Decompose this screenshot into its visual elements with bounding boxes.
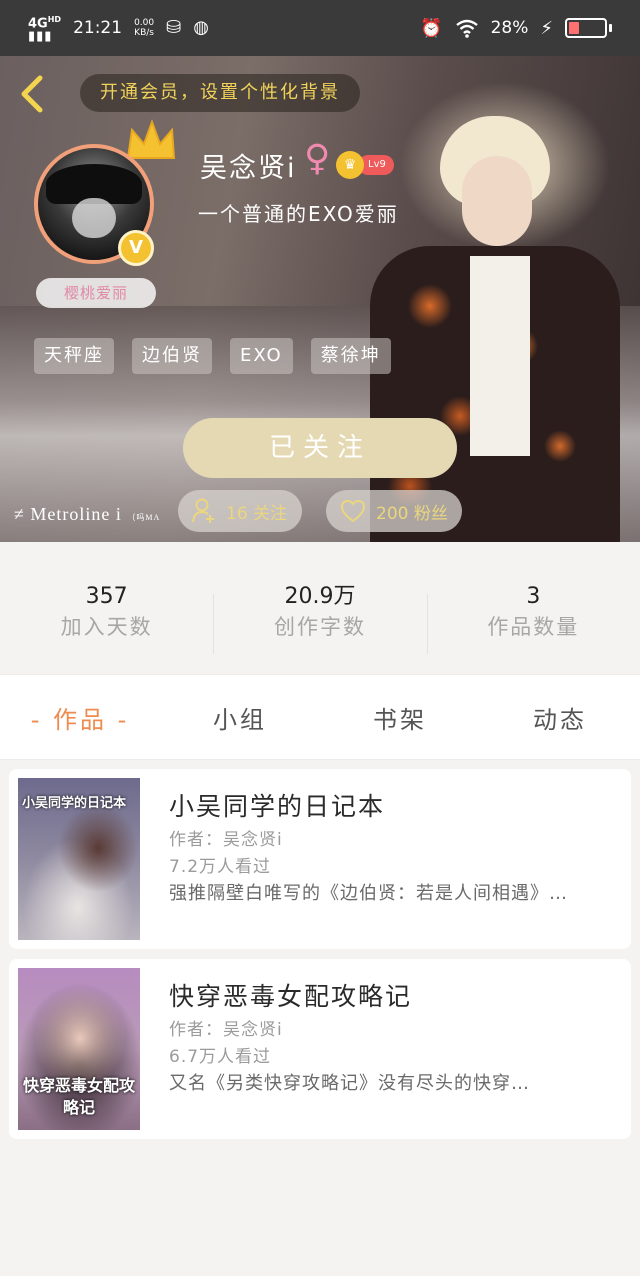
work-author: 作者：吴念贤i — [169, 1020, 283, 1040]
profile-stats: 357 加入天数 20.9万 创作字数 3 作品数量 — [0, 582, 640, 670]
cover-title: 小吴同学的日记本 — [22, 795, 127, 810]
profile-header: 开通会员，设置个性化背景 V 樱桃爱丽 吴念贤i ♀ ♛ Lv9 一个普通的EX… — [0, 56, 640, 542]
username: 吴念贤i — [200, 153, 297, 184]
tab-works[interactable]: - 作品 - — [0, 700, 160, 735]
fans-count: 200 粉丝 — [376, 503, 448, 524]
level-crown-icon: ♛ — [336, 151, 364, 179]
stat-label: 加入天数 — [60, 615, 153, 639]
cover-title: 快穿恶毒女配攻略记 — [22, 1078, 135, 1117]
heart-icon — [340, 499, 366, 523]
book-cover[interactable]: 快穿恶毒女配攻略记 — [18, 968, 140, 1130]
back-button[interactable] — [18, 74, 58, 114]
background-figure — [370, 116, 620, 542]
interest-tag[interactable]: 蔡徐坤 — [310, 338, 391, 374]
stat-value: 20.9万 — [284, 584, 356, 609]
work-description: 又名《另类快穿攻略记》没有尽头的快穿… — [169, 1073, 530, 1094]
work-title[interactable]: 小吴同学的日记本 — [169, 787, 385, 823]
add-user-icon — [192, 498, 214, 523]
work-views: 6.7万人看过 — [169, 1047, 272, 1067]
following-count-button[interactable]: 16 关注 — [178, 490, 302, 532]
stat-works-count: 3 作品数量 — [426, 582, 640, 670]
following-count: 16 关注 — [226, 503, 288, 524]
fans-count-button[interactable]: 200 粉丝 — [326, 490, 462, 532]
chevron-left-icon — [21, 75, 43, 113]
work-author: 作者：吴念贤i — [169, 830, 283, 850]
interest-tags: 天秤座 边伯贤 EXO 蔡徐坤 — [34, 338, 391, 374]
status-bar: 4GHD ▮▮▮ 21:21 0.00 KB/s ⛁ ◍ ⏰ 28% ⚡ — [0, 0, 640, 56]
tab-groups[interactable]: 小组 — [160, 700, 320, 735]
interest-tag[interactable]: 天秤座 — [34, 338, 114, 374]
work-views: 7.2万人看过 — [169, 857, 272, 877]
work-title[interactable]: 快穿恶毒女配攻略记 — [169, 977, 412, 1013]
wifi-icon — [455, 19, 478, 38]
alarm-icon: ⏰ — [420, 17, 443, 39]
work-card[interactable]: 快穿恶毒女配攻略记 快穿恶毒女配攻略记 作者：吴念贤i 6.7万人看过 又名《另… — [9, 959, 631, 1139]
clock: 21:21 — [73, 17, 123, 38]
sync-icon: ⛁ — [166, 17, 182, 39]
work-card[interactable]: 小吴同学的日记本 小吴同学的日记本 作者：吴念贤i 7.2万人看过 强推隔壁白唯… — [9, 769, 631, 949]
verified-badge-icon: V — [118, 230, 154, 266]
tab-activity[interactable]: 动态 — [480, 700, 640, 735]
stat-label: 作品数量 — [487, 615, 580, 639]
interest-tag[interactable]: EXO — [230, 338, 293, 374]
level-badge: ♛ Lv9 — [336, 151, 394, 179]
browser-icon: ◍ — [193, 17, 209, 39]
charging-icon: ⚡ — [540, 17, 553, 39]
interest-tag[interactable]: 边伯贤 — [132, 338, 212, 374]
follow-button[interactable]: 已关注 — [183, 418, 457, 478]
stat-label: 创作字数 — [273, 615, 366, 639]
battery-percent: 28% — [490, 18, 529, 38]
stat-words-written: 20.9万 创作字数 — [213, 582, 426, 670]
network-indicator: 4GHD ▮▮▮ — [28, 14, 62, 45]
watermark: ≠ Metroline i （吗MA — [14, 504, 161, 524]
vip-banner[interactable]: 开通会员，设置个性化背景 — [80, 74, 360, 112]
tab-bookshelf[interactable]: 书架 — [320, 700, 480, 735]
user-bio: 一个普通的EXO爱丽 — [198, 202, 399, 226]
female-icon: ♀ — [304, 138, 331, 179]
stat-value: 357 — [85, 584, 128, 609]
stat-value: 3 — [526, 584, 541, 609]
network-speed: 0.00 KB/s — [134, 17, 155, 38]
stat-days-joined: 357 加入天数 — [0, 582, 213, 670]
avatar-tag: 樱桃爱丽 — [36, 278, 156, 308]
battery-icon — [565, 18, 612, 38]
work-description: 强推隔壁白唯写的《边伯贤：若是人间相遇》… — [169, 883, 568, 904]
profile-tabs: - 作品 - 小组 书架 动态 — [0, 674, 640, 760]
book-cover[interactable]: 小吴同学的日记本 — [18, 778, 140, 940]
